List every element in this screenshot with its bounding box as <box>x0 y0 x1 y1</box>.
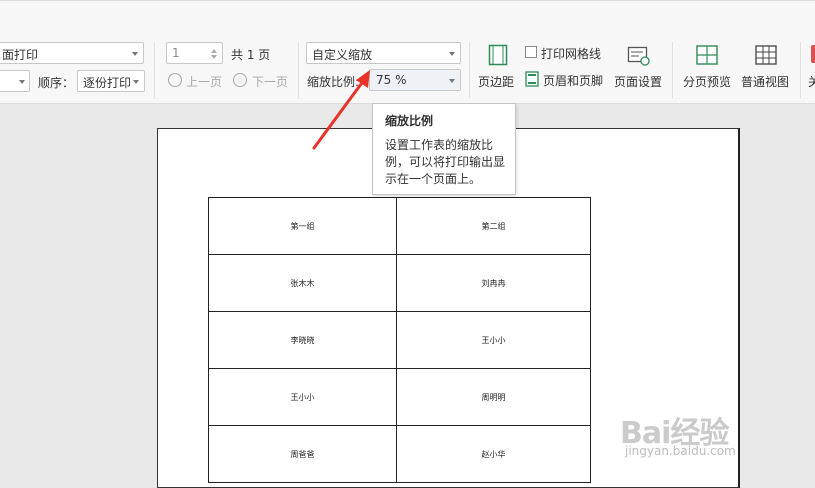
page-setup-button[interactable]: 页面设置 <box>612 42 666 94</box>
next-page-icon[interactable] <box>233 73 247 87</box>
normal-view-button[interactable]: 普通视图 <box>738 42 794 94</box>
print-mode-value: 面打印 <box>2 48 39 62</box>
separator <box>672 42 673 98</box>
chevron-down-icon <box>132 52 138 56</box>
table-cell: 李晓晓 <box>208 311 397 369</box>
margins-icon <box>488 44 508 66</box>
total-pages: 共 1 页 <box>231 48 271 62</box>
table-row: 第一组 第二组 <box>208 197 591 255</box>
scale-input[interactable]: 75 % <box>369 69 461 91</box>
annotation-arrow <box>312 70 370 150</box>
separator <box>154 42 155 98</box>
prev-page-button[interactable]: 上一页 <box>186 73 222 90</box>
top-border <box>0 0 815 1</box>
page-setup-icon <box>627 46 650 66</box>
separator <box>298 42 299 98</box>
table-row: 周爸爸 赵小华 <box>208 425 591 483</box>
table-cell: 第二组 <box>396 197 591 255</box>
scale-value: 75 % <box>376 73 407 87</box>
page-break-preview-label: 分页预览 <box>683 75 732 89</box>
chevron-down-icon <box>449 52 455 56</box>
gridlines-label[interactable]: 打印网格线 <box>541 45 601 62</box>
table-cell: 王小小 <box>396 311 591 369</box>
table-cell: 张木木 <box>208 254 397 312</box>
print-mode-select[interactable]: 面打印 <box>0 42 144 64</box>
margins-button[interactable]: 页边距 <box>476 42 520 94</box>
spinner-icon <box>211 55 217 59</box>
page-break-icon <box>696 45 718 65</box>
header-footer-icon <box>525 71 539 87</box>
table-cell: 周明明 <box>396 368 591 426</box>
margins-label: 页边距 <box>478 75 515 89</box>
tooltip-title: 缩放比例 <box>385 114 434 128</box>
copies-stepper[interactable] <box>0 70 30 92</box>
page-number-input[interactable]: 1 <box>166 42 223 64</box>
table-cell: 王小小 <box>208 368 397 426</box>
page-break-preview-button[interactable]: 分页预览 <box>680 42 734 94</box>
page-number-value: 1 <box>172 46 180 60</box>
close-preview-button[interactable]: 关 <box>808 73 815 90</box>
tooltip-body: 设置工作表的缩放比例，可以将打印输出显示在一个页面上。 <box>385 138 506 186</box>
grid-view-icon <box>755 45 777 65</box>
chevron-down-icon <box>449 79 455 83</box>
order-value: 逐份打印 <box>83 76 132 90</box>
sheet-table: 第一组 第二组 张木木 刘冉冉 李晓晓 王小小 王小小 周明明 周爸爸 赵小华 <box>208 197 591 483</box>
print-preview-toolbar: 面打印 顺序： 逐份打印 1 共 1 页 上一页 下一页 自定义缩放 缩放比例:… <box>0 0 815 104</box>
normal-view-label: 普通视图 <box>741 75 790 89</box>
chevron-down-icon <box>133 80 139 84</box>
table-cell: 刘冉冉 <box>396 254 591 312</box>
order-label: 顺序： <box>38 76 75 90</box>
page-setup-label: 页面设置 <box>614 75 663 89</box>
scale-mode-value: 自定义缩放 <box>312 48 373 62</box>
separator <box>800 42 801 98</box>
chevron-down-icon <box>19 80 25 84</box>
table-row: 李晓晓 王小小 <box>208 311 591 369</box>
next-page-button[interactable]: 下一页 <box>252 73 288 90</box>
gridlines-checkbox[interactable] <box>525 46 537 58</box>
table-cell: 赵小华 <box>396 425 591 483</box>
prev-page-icon[interactable] <box>168 73 182 87</box>
table-cell: 第一组 <box>208 197 397 255</box>
table-row: 王小小 周明明 <box>208 368 591 426</box>
watermark-url: jingyan.baidu.com <box>625 444 736 458</box>
table-cell: 周爸爸 <box>208 425 397 483</box>
table-row: 张木木 刘冉冉 <box>208 254 591 312</box>
close-preview-icon[interactable] <box>811 45 815 63</box>
scale-tooltip: 缩放比例 设置工作表的缩放比例，可以将打印输出显示在一个页面上。 <box>372 103 516 195</box>
order-select[interactable]: 逐份打印 <box>77 70 145 92</box>
separator <box>469 42 470 98</box>
scale-mode-select[interactable]: 自定义缩放 <box>306 42 461 64</box>
spinner-icon <box>211 49 217 53</box>
header-footer-button[interactable]: 页眉和页脚 <box>543 72 603 89</box>
